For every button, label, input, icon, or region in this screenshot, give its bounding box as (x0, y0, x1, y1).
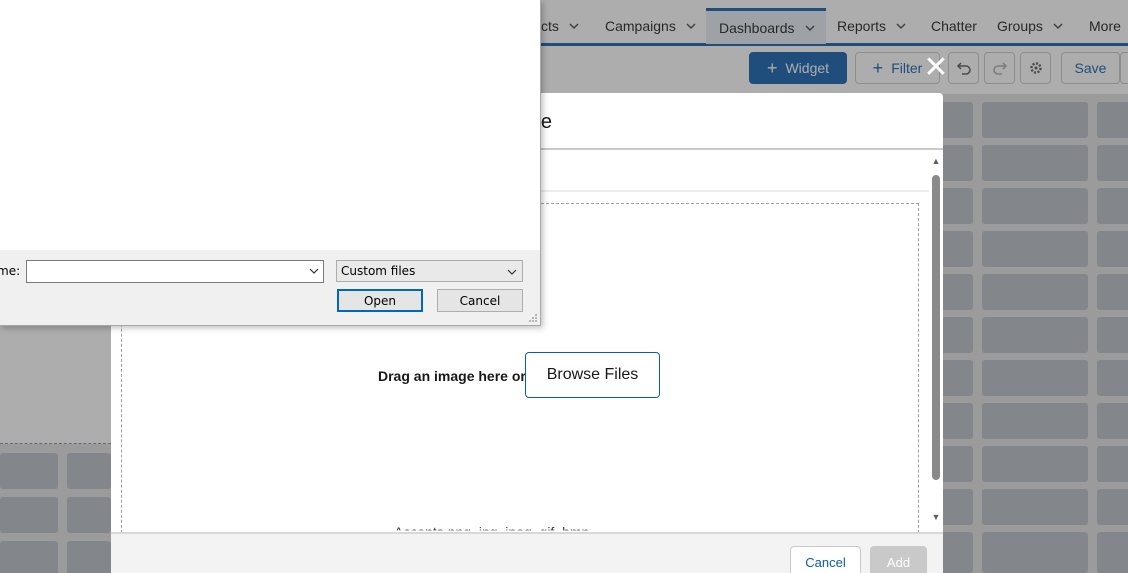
scroll-thumb[interactable] (932, 175, 940, 480)
file-open-dialog: me: Custom files Open Cancel (0, 0, 541, 326)
file-list[interactable] (0, 0, 540, 250)
scroll-down-icon[interactable]: ▼ (931, 513, 941, 522)
cancel-button[interactable]: Cancel (790, 546, 861, 573)
modal-scrollbar[interactable]: ▲ ▼ (929, 155, 943, 533)
close-icon[interactable]: ✕ (923, 53, 949, 83)
file-name-label: me: (0, 264, 21, 278)
open-button[interactable]: Open (337, 289, 423, 312)
modal-footer: Cancel Add (111, 532, 943, 573)
chevron-down-icon[interactable] (309, 266, 319, 276)
add-button[interactable]: Add (870, 546, 927, 573)
chevron-down-icon (507, 269, 517, 275)
file-type-select[interactable]: Custom files (336, 260, 523, 282)
scroll-up-icon[interactable]: ▲ (931, 157, 941, 166)
browse-files-button[interactable]: Browse Files (525, 352, 660, 398)
resize-grip-icon[interactable] (528, 313, 538, 323)
file-type-value: Custom files (341, 264, 416, 278)
dialog-cancel-button[interactable]: Cancel (437, 289, 523, 312)
file-dialog-controls: me: Custom files Open Cancel (0, 250, 540, 325)
file-name-input[interactable] (26, 260, 324, 283)
drag-instruction: Drag an image here or (378, 368, 526, 384)
